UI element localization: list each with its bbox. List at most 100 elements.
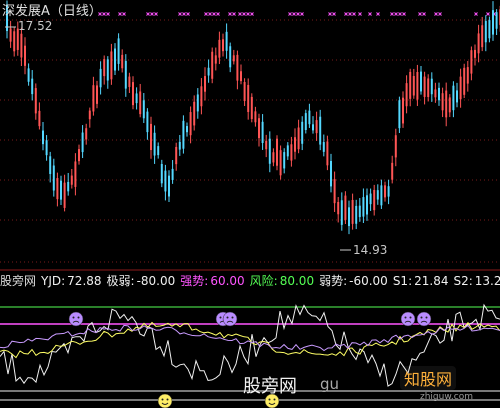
marker-x xyxy=(118,12,122,16)
candle-body xyxy=(330,161,332,187)
marker-x xyxy=(402,12,406,16)
sad-face-icon xyxy=(416,311,432,327)
chart-canvas xyxy=(0,0,500,408)
ruoshi-label: 弱势: xyxy=(319,274,348,288)
candle-body xyxy=(178,141,181,150)
candle-body xyxy=(124,60,127,89)
marker-x xyxy=(150,12,154,16)
candle-body xyxy=(391,162,394,180)
candle-body xyxy=(27,68,30,82)
candle-body xyxy=(196,94,199,112)
candle-body xyxy=(420,71,422,92)
candle-body xyxy=(189,112,192,136)
candle-body xyxy=(484,20,487,43)
sad-face-icon xyxy=(400,311,416,327)
candle-body xyxy=(456,90,458,103)
candle-body xyxy=(13,31,16,52)
candle-body xyxy=(222,39,224,52)
candle-body xyxy=(211,51,214,79)
candle-body xyxy=(60,180,62,200)
candle-body xyxy=(128,76,131,87)
candle-body xyxy=(430,78,433,95)
candle-body xyxy=(459,76,462,100)
jiruo-value: -80.00 xyxy=(136,274,176,288)
candle-body xyxy=(132,82,134,106)
candle-body xyxy=(34,88,37,114)
candle-body xyxy=(470,50,473,74)
face-eye xyxy=(425,316,428,319)
candle-body xyxy=(92,85,95,112)
jiruo-label: 极弱: xyxy=(106,274,135,288)
candle-body xyxy=(193,101,196,126)
candle-body xyxy=(49,156,52,174)
candle-body xyxy=(103,59,106,77)
candle-body xyxy=(236,54,239,81)
qiangshi-label: 强势: xyxy=(180,274,209,288)
candle-body xyxy=(477,33,480,54)
candle-body xyxy=(394,135,397,158)
candle-body xyxy=(135,93,138,104)
candle-body xyxy=(146,111,149,133)
marker-x xyxy=(300,12,304,16)
face-eye xyxy=(72,316,75,319)
candlestick-series[interactable] xyxy=(6,0,500,235)
marker-x xyxy=(178,12,182,16)
marker-x xyxy=(242,12,246,16)
candle-body xyxy=(250,96,253,120)
candle-body xyxy=(445,90,448,118)
marker-x xyxy=(232,12,236,16)
candle-body xyxy=(207,67,210,76)
face-eye xyxy=(268,398,271,401)
candle-body xyxy=(157,146,160,156)
candle-body xyxy=(74,161,77,187)
face-eye xyxy=(226,316,229,319)
candle-body xyxy=(344,195,347,220)
candle-body xyxy=(38,110,41,127)
candle-body xyxy=(319,116,322,145)
candle-body xyxy=(240,71,242,82)
candle-body xyxy=(315,120,318,134)
candle-body xyxy=(452,85,455,111)
candle-body xyxy=(384,185,386,198)
candle-body xyxy=(56,177,59,200)
watermark-brand: 知股网 xyxy=(400,366,457,390)
candle-body xyxy=(423,76,426,97)
candle-body xyxy=(402,97,404,124)
watermark-site: 股旁网 xyxy=(243,376,297,397)
candle-body xyxy=(492,10,494,35)
candle-body xyxy=(88,110,91,120)
candle-body xyxy=(308,110,311,125)
marker-x xyxy=(154,12,158,16)
marker-x xyxy=(332,12,336,16)
marker-x xyxy=(182,12,186,16)
candle-body xyxy=(214,55,217,64)
candle-body xyxy=(301,121,304,144)
price-grid xyxy=(0,19,500,263)
candle-body xyxy=(24,45,26,66)
marker-x xyxy=(246,12,250,16)
fengxian-label: 风险: xyxy=(249,274,278,288)
candle-body xyxy=(247,84,250,112)
candle-body xyxy=(229,46,232,68)
candle-body xyxy=(20,33,23,58)
marker-x xyxy=(368,12,372,16)
candle-body xyxy=(474,49,476,58)
candle-body xyxy=(186,126,188,133)
marker-x xyxy=(398,12,402,16)
candle-body xyxy=(153,132,156,156)
face-eye xyxy=(166,398,169,401)
marker-x xyxy=(474,12,478,16)
candle-body xyxy=(45,140,48,156)
marker-x xyxy=(122,12,126,16)
marker-x xyxy=(238,12,242,16)
candle-body xyxy=(286,145,289,157)
face-eye xyxy=(273,398,276,401)
candle-body xyxy=(279,150,282,176)
sad-face-icon xyxy=(68,311,84,327)
marker-x xyxy=(344,12,348,16)
marker-x xyxy=(208,12,212,16)
candle-body xyxy=(294,137,296,152)
candle-body xyxy=(232,55,235,62)
candle-body xyxy=(495,12,498,29)
candle-body xyxy=(31,78,34,95)
